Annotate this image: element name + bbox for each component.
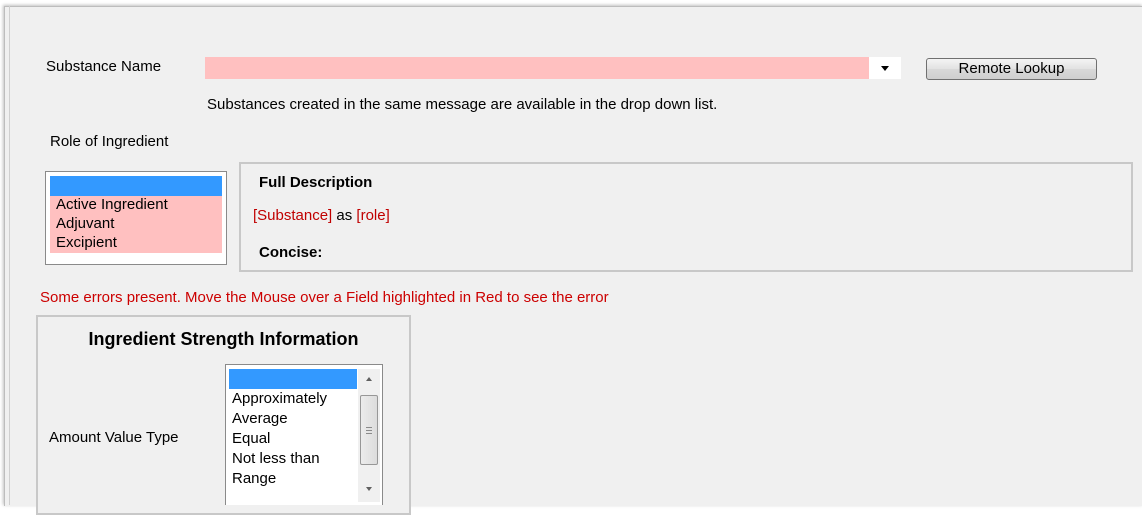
description-panel: Full Description [Substance] as [role] C… bbox=[239, 162, 1133, 272]
full-description-title: Full Description bbox=[259, 174, 373, 191]
grip-icon bbox=[366, 426, 372, 434]
ingredient-strength-title: Ingredient Strength Information bbox=[88, 329, 359, 349]
amount-option-average[interactable]: Average bbox=[229, 409, 357, 429]
amount-value-type-label: Amount Value Type bbox=[49, 429, 179, 446]
substance-name-input[interactable] bbox=[205, 57, 869, 79]
substance-dropdown-button[interactable] bbox=[869, 57, 901, 79]
description-connector: as bbox=[336, 207, 353, 224]
amount-option-equal[interactable]: Equal bbox=[229, 429, 357, 449]
app-window: Substance Name Remote Lookup Substances … bbox=[0, 0, 1142, 515]
amount-list-scrollbar[interactable] bbox=[358, 369, 380, 502]
scroll-down-button[interactable] bbox=[358, 479, 380, 499]
amount-option-empty[interactable] bbox=[229, 369, 357, 389]
error-message: Some errors present. Move the Mouse over… bbox=[40, 289, 609, 306]
role-option-adjuvant[interactable]: Adjuvant bbox=[50, 215, 222, 234]
amount-value-type-listbox[interactable]: Approximately Average Equal Not less tha… bbox=[225, 364, 383, 505]
amount-option-approximately[interactable]: Approximately bbox=[229, 389, 357, 409]
substance-name-combobox[interactable] bbox=[205, 57, 901, 79]
scroll-down-icon bbox=[366, 487, 372, 491]
role-option-active-ingredient[interactable]: Active Ingredient bbox=[50, 196, 222, 215]
scroll-up-button[interactable] bbox=[358, 369, 380, 389]
role-of-ingredient-label: Role of Ingredient bbox=[50, 133, 169, 150]
full-description-text: [Substance] as [role] bbox=[253, 207, 390, 224]
scroll-up-icon bbox=[366, 377, 372, 381]
amount-options: Approximately Average Equal Not less tha… bbox=[229, 369, 357, 489]
substance-hint: Substances created in the same message a… bbox=[207, 96, 718, 113]
role-option-empty[interactable] bbox=[50, 176, 222, 196]
amount-option-not-less-than[interactable]: Not less than bbox=[229, 449, 357, 469]
concise-label: Concise: bbox=[259, 244, 323, 261]
amount-option-range[interactable]: Range bbox=[229, 469, 357, 489]
role-token: [role] bbox=[356, 207, 390, 224]
substance-token: [Substance] bbox=[253, 207, 333, 224]
scroll-thumb[interactable] bbox=[360, 395, 378, 465]
chevron-down-icon bbox=[881, 65, 889, 71]
panel-divider bbox=[9, 6, 10, 505]
role-option-excipient[interactable]: Excipient bbox=[50, 234, 222, 253]
remote-lookup-button[interactable]: Remote Lookup bbox=[926, 58, 1097, 80]
role-listbox[interactable]: Active Ingredient Adjuvant Excipient bbox=[45, 171, 227, 265]
substance-name-label: Substance Name bbox=[46, 58, 162, 75]
